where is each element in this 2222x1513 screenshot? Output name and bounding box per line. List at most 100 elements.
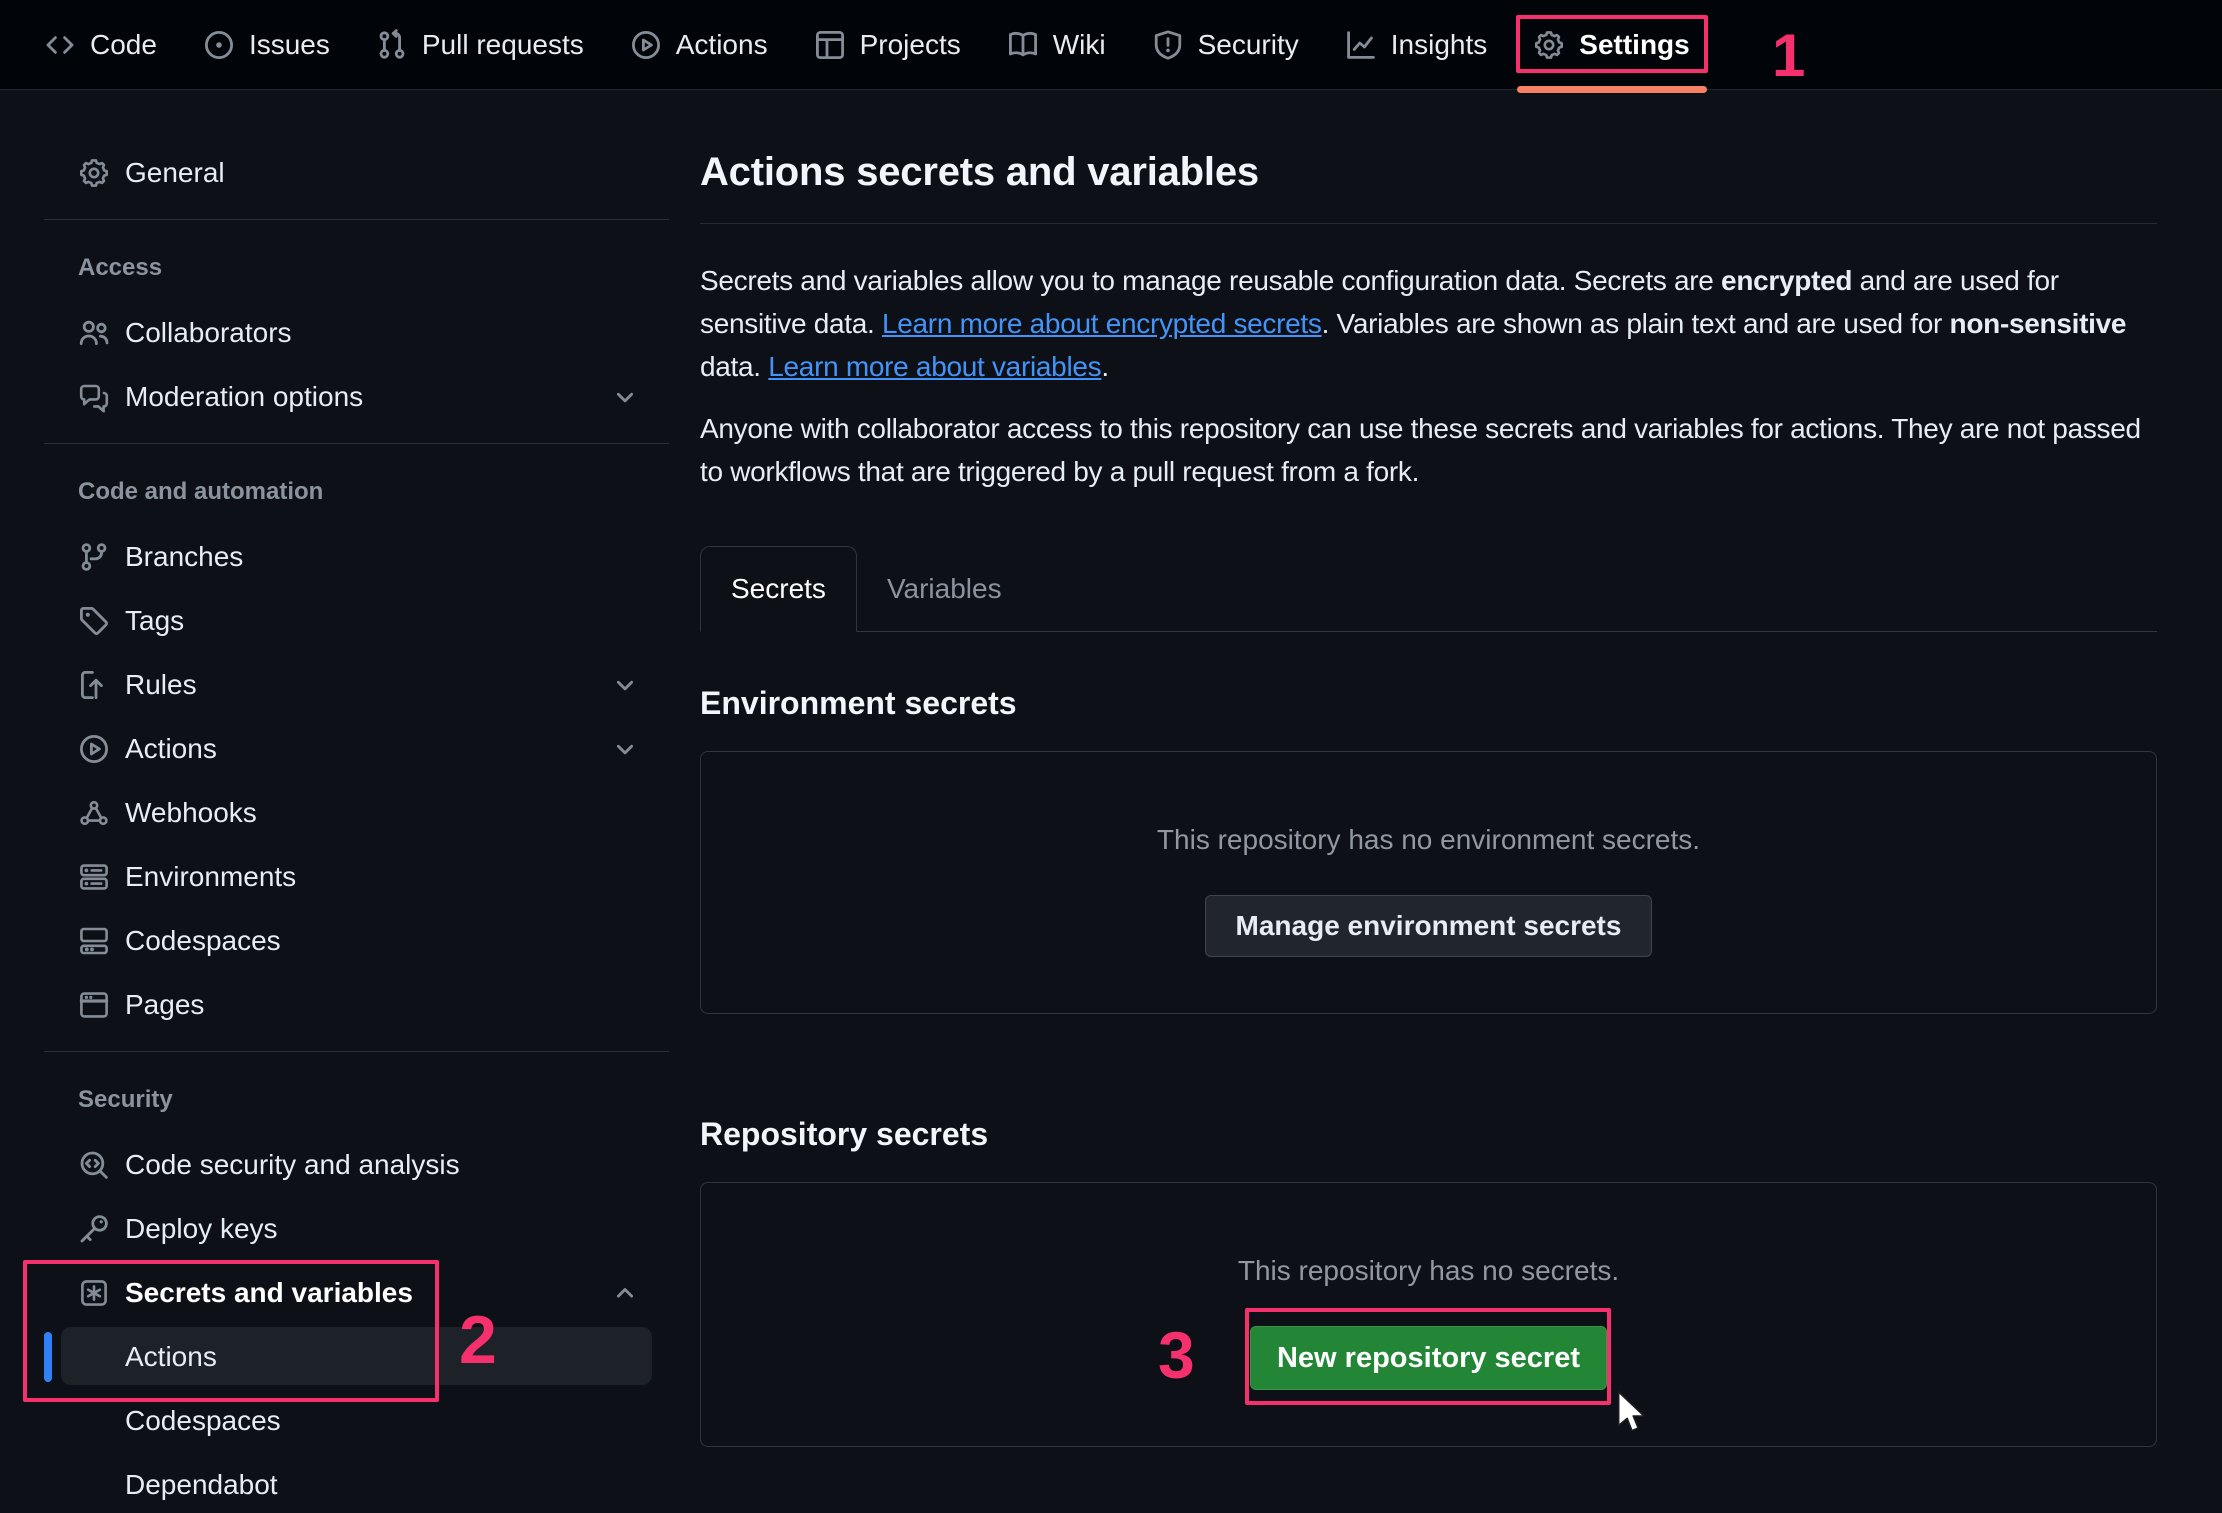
- tag-icon: [78, 605, 110, 637]
- nav-item-actions[interactable]: Actions: [630, 0, 768, 89]
- key-icon: [78, 1213, 110, 1245]
- nav-item-label: Pull requests: [422, 29, 584, 61]
- nav-item-projects[interactable]: Projects: [814, 0, 961, 89]
- sidebar-item-label: General: [125, 157, 225, 189]
- sidebar-item-label: Webhooks: [125, 797, 257, 829]
- sidebar-item-code-security-and-analysis[interactable]: Code security and analysis: [44, 1133, 669, 1197]
- chevron-down-icon: [611, 383, 639, 411]
- secrets-variables-tabs: Secrets Variables: [700, 546, 2157, 632]
- body-text: Anyone with collaborator access to this …: [700, 413, 2141, 444]
- sidebar-item-tags[interactable]: Tags: [44, 589, 669, 653]
- sidebar-item-label: Actions: [125, 733, 217, 765]
- webhook-icon: [78, 797, 110, 829]
- chevron-down-icon: [611, 671, 639, 699]
- repository-secrets-empty-text: This repository has no secrets.: [1238, 1256, 1619, 1286]
- comment-discussion-icon: [78, 381, 110, 413]
- environment-secrets-heading: Environment secrets: [700, 685, 2157, 722]
- intro-paragraph-2: Anyone with collaborator access to this …: [700, 407, 2157, 493]
- sidebar-item-label: Deploy keys: [125, 1213, 278, 1245]
- intro-paragraph-1: Secrets and variables allow you to manag…: [700, 259, 2157, 388]
- sidebar-item-label: Code security and analysis: [125, 1149, 460, 1181]
- sidebar-subitem-actions[interactable]: Actions: [44, 1325, 669, 1389]
- shield-icon: [1152, 29, 1184, 61]
- sidebar-item-pages[interactable]: Pages: [44, 973, 669, 1037]
- sidebar-item-label: Environments: [125, 861, 296, 893]
- nav-item-label: Insights: [1391, 29, 1488, 61]
- browser-icon: [78, 989, 110, 1021]
- repo-nav-tabs: Code Issues Pull requests Actions Projec…: [44, 0, 1690, 89]
- learn-more-link[interactable]: Learn more about encrypted secrets: [882, 308, 1322, 339]
- rules-icon: [78, 669, 110, 701]
- sidebar-item-label: Codespaces: [125, 925, 281, 957]
- sidebar-divider: [44, 443, 669, 444]
- sidebar-item-label: Moderation options: [125, 381, 363, 413]
- sidebar-subitem-dependabot[interactable]: Dependabot: [44, 1453, 669, 1513]
- issue-icon: [203, 29, 235, 61]
- environments-icon: [78, 861, 110, 893]
- sidebar-item-secrets-and-variables[interactable]: Secrets and variables: [44, 1261, 669, 1325]
- nav-item-label: Settings: [1579, 29, 1689, 61]
- codespaces-icon: [78, 925, 110, 957]
- sidebar-section-label-access: Access: [44, 248, 669, 288]
- bold-text: encrypted: [1721, 265, 1852, 296]
- sidebar-subitem-label: Actions: [125, 1341, 217, 1373]
- sidebar-item-branches[interactable]: Branches: [44, 525, 669, 589]
- nav-item-security[interactable]: Security: [1152, 0, 1299, 89]
- body-text: and are used for: [1852, 265, 2059, 296]
- sidebar-item-environments[interactable]: Environments: [44, 845, 669, 909]
- body-text: sensitive data.: [700, 308, 882, 339]
- nav-item-pull-requests[interactable]: Pull requests: [376, 0, 584, 89]
- sidebar-item-general[interactable]: General: [44, 141, 669, 205]
- nav-item-code[interactable]: Code: [44, 0, 157, 89]
- nav-item-settings[interactable]: Settings: [1533, 0, 1689, 89]
- gear-icon: [78, 157, 110, 189]
- tab-variables[interactable]: Variables: [857, 546, 1032, 632]
- nav-item-label: Actions: [676, 29, 768, 61]
- environment-secrets-empty-text: This repository has no environment secre…: [1157, 825, 1700, 855]
- bold-text: non-sensitive: [1950, 308, 2127, 339]
- sidebar-item-collaborators[interactable]: Collaborators: [44, 301, 669, 365]
- sidebar-item-label: Branches: [125, 541, 243, 573]
- sidebar-divider: [44, 219, 669, 220]
- sidebar-item-actions[interactable]: Actions: [44, 717, 669, 781]
- pull-request-icon: [376, 29, 408, 61]
- nav-item-insights[interactable]: Insights: [1345, 0, 1488, 89]
- manage-environment-secrets-button[interactable]: Manage environment secrets: [1205, 895, 1653, 957]
- nav-item-label: Wiki: [1053, 29, 1106, 61]
- people-icon: [78, 317, 110, 349]
- sidebar-item-label: Secrets and variables: [125, 1277, 413, 1309]
- annotation-step-2: 2: [459, 1306, 497, 1374]
- code-icon: [44, 29, 76, 61]
- learn-more-link[interactable]: Learn more about variables: [768, 351, 1101, 382]
- settings-sidebar: General Access Collaborators Moderation opt…: [44, 90, 669, 1513]
- sidebar-item-label: Collaborators: [125, 317, 292, 349]
- settings-main-content: Actions secrets and variables Secrets an…: [700, 90, 2157, 1447]
- nav-item-issues[interactable]: Issues: [203, 0, 330, 89]
- secrets-icon: [78, 1277, 110, 1309]
- sidebar-item-codespaces[interactable]: Codespaces: [44, 909, 669, 973]
- play-icon: [78, 733, 110, 765]
- nav-item-wiki[interactable]: Wiki: [1007, 0, 1106, 89]
- annotation-step-3: 3: [1158, 1322, 1195, 1388]
- tab-secrets[interactable]: Secrets: [700, 546, 857, 632]
- gear-icon: [1533, 29, 1565, 61]
- body-text: to workflows that are triggered by a pul…: [700, 456, 1419, 487]
- sidebar-subitem-label: Codespaces: [125, 1405, 281, 1437]
- sidebar-divider: [44, 1051, 669, 1052]
- chevron-down-icon: [611, 735, 639, 763]
- annotation-step-1: 1: [1772, 26, 1805, 86]
- sidebar-item-label: Tags: [125, 605, 184, 637]
- codescan-icon: [78, 1149, 110, 1181]
- graph-icon: [1345, 29, 1377, 61]
- repository-secrets-heading: Repository secrets: [700, 1116, 2157, 1153]
- body-text: . Variables are shown as plain text and …: [1322, 308, 1950, 339]
- github-repo-settings-page: Code Issues Pull requests Actions Projec…: [0, 0, 2222, 1513]
- sidebar-item-label: Pages: [125, 989, 204, 1021]
- nav-item-label: Security: [1198, 29, 1299, 61]
- new-repository-secret-button[interactable]: New repository secret: [1250, 1326, 1607, 1390]
- sidebar-item-deploy-keys[interactable]: Deploy keys: [44, 1197, 669, 1261]
- sidebar-item-moderation-options[interactable]: Moderation options: [44, 365, 669, 429]
- sidebar-item-rules[interactable]: Rules: [44, 653, 669, 717]
- sidebar-item-webhooks[interactable]: Webhooks: [44, 781, 669, 845]
- sidebar-subitem-codespaces[interactable]: Codespaces: [44, 1389, 669, 1453]
